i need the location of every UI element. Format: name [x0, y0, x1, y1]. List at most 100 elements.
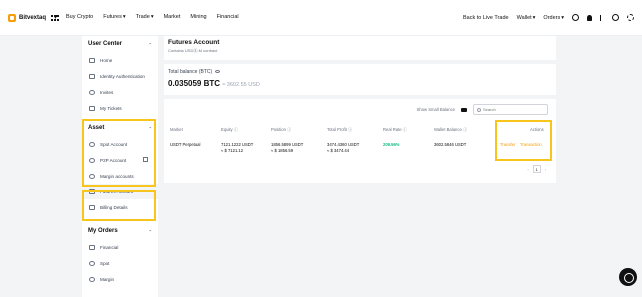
chevron-down-icon: ▾ [561, 14, 564, 21]
account-header-card: Futures Account Contains USDⓈ-M contract [164, 36, 556, 60]
sidebar-item-identity-authentication[interactable]: Identity Authentication [82, 68, 158, 84]
show-small-balance-label: Show Small Balance [416, 107, 455, 112]
sidebar-item-label: Billing Details [100, 204, 128, 210]
sidebar-item-label: Margin accounts [100, 173, 134, 179]
column-header-real-rate: Real Rate ⓘ [383, 127, 407, 132]
equity-usd: ≈ $ 7121.12 [221, 148, 244, 153]
sidebar-item-spot[interactable]: Spot [82, 255, 158, 271]
sidebar-item-billing-details[interactable]: Billing Details [82, 199, 158, 215]
balance-label-row: Total balance (BTC) [168, 69, 221, 75]
cell-wallet-balance: 3602.5846 USDT [434, 142, 467, 147]
external-link-icon[interactable] [143, 157, 148, 162]
nav-orders-label: Orders [543, 14, 561, 21]
p2p-icon [89, 157, 95, 163]
ticket-icon [89, 105, 95, 111]
cell-equity: 7121.1222 USDT ≈ $ 7121.12 [221, 142, 253, 153]
chevron-up-icon: ⌃ [148, 125, 152, 131]
sidebar: User Center ⌃ Home Identity Authenticati… [82, 36, 158, 297]
grid-icon [50, 14, 59, 21]
asset-header[interactable]: Asset ⌃ [82, 120, 158, 136]
futures-table-card: Show Small Balance Market Equity ⓘ Posit… [164, 99, 556, 183]
column-header-equity: Equity ⓘ [221, 127, 238, 132]
sidebar-item-p2p-account[interactable]: P2P Account [82, 152, 158, 168]
page-subtitle: Contains USDⓈ-M contract [168, 48, 218, 53]
sidebar-item-label: P2P Account [100, 157, 127, 163]
futures-icon [89, 189, 95, 194]
chevron-down-icon: ▾ [532, 14, 536, 21]
search-box[interactable] [473, 104, 548, 115]
page-title: Futures Account [168, 39, 220, 46]
column-header-market: Market [170, 127, 183, 132]
spot-order-icon [89, 260, 95, 266]
equity-value: 7121.1222 USDT [221, 142, 254, 147]
prev-page-icon[interactable]: ‹ [527, 167, 528, 172]
transaction-link[interactable]: Transaction [520, 142, 542, 147]
sidebar-item-margin-accounts[interactable]: Margin accounts [82, 168, 158, 184]
margin-order-icon [89, 276, 95, 282]
apps-menu[interactable]: ▾ [50, 14, 59, 21]
nav-mining[interactable]: Mining [190, 14, 206, 20]
chevron-down-icon: ▾ [150, 14, 154, 20]
cell-market: USDT Perpetual [170, 142, 200, 147]
chevron-up-icon: ⌃ [148, 41, 152, 47]
sidebar-item-label: My Tickets [100, 105, 122, 111]
transfer-link[interactable]: Transfer [500, 142, 515, 147]
logo-icon [8, 14, 16, 22]
search-input[interactable] [483, 107, 543, 112]
nav-futures[interactable]: Futures▾ [103, 14, 125, 20]
settings-icon[interactable] [627, 14, 634, 21]
column-header-wallet-balance: Wallet Balance ⓘ [434, 127, 468, 132]
balance-card: Total balance (BTC) 0.035059 BTC ≈ 3602.… [164, 64, 556, 95]
cell-position: 1856.5899 USDT ≈ $ 1856.59 [271, 142, 303, 153]
sidebar-item-my-tickets[interactable]: My Tickets [82, 100, 158, 116]
support-chat-icon[interactable] [619, 268, 637, 286]
my-orders-group: My Orders ⌃ Financial Spot Margin [82, 223, 158, 287]
sidebar-item-home[interactable]: Home [82, 52, 158, 68]
asset-title: Asset [88, 125, 105, 131]
asset-group: Asset ⌃ Spot Account P2P Account Margin … [82, 120, 158, 215]
sidebar-item-label: Home [100, 57, 113, 63]
balance-usd: ≈ 3602.55 USD [222, 82, 260, 88]
billing-icon [89, 204, 95, 210]
chevron-down-icon: ▾ [54, 14, 57, 20]
nav-trade[interactable]: Trade▾ [136, 14, 154, 20]
user-center-header[interactable]: User Center ⌃ [82, 36, 158, 52]
logo[interactable]: Bitvextaq [8, 14, 46, 22]
sidebar-item-label: Spot Account [100, 141, 128, 147]
sidebar-item-label: Futures Account [100, 189, 134, 194]
chevron-up-icon: ⌃ [148, 228, 152, 234]
sidebar-item-label: Financial [100, 244, 119, 250]
globe-icon[interactable] [612, 14, 619, 21]
user-icon[interactable] [572, 14, 579, 21]
sidebar-item-invites[interactable]: Invites [82, 84, 158, 100]
nav-market[interactable]: Market [164, 14, 181, 20]
sidebar-item-financial[interactable]: Financial [82, 239, 158, 255]
financial-icon [89, 244, 95, 250]
sidebar-item-futures-account[interactable]: Futures Account [82, 184, 158, 199]
nav-orders[interactable]: Orders▾ [543, 15, 564, 21]
total-profit-usd: ≈ $ 3474.44 [327, 148, 350, 153]
back-to-live-trade-link[interactable]: Back to Live Trade [463, 15, 509, 21]
my-orders-header[interactable]: My Orders ⌃ [82, 223, 158, 239]
market-name: USDT Perpetual [170, 142, 201, 147]
sidebar-item-label: Invites [100, 89, 114, 95]
column-header-total-profit: Total Profit ⓘ [327, 127, 353, 132]
nav-futures-label: Futures [103, 14, 122, 20]
nav-financial[interactable]: Financial [217, 14, 239, 20]
nav-wallet-label: Wallet [516, 14, 532, 21]
nav-buy-crypto[interactable]: Buy Crypto [66, 14, 93, 20]
sidebar-item-label: Identity Authentication [100, 73, 145, 79]
sidebar-item-spot-account[interactable]: Spot Account [82, 136, 158, 152]
next-page-icon[interactable]: › [545, 167, 546, 172]
sidebar-item-margin[interactable]: Margin [82, 271, 158, 287]
position-usd: ≈ $ 1856.59 [271, 148, 294, 153]
page-number-current[interactable]: 1 [532, 165, 541, 173]
cell-real-rate: 209.56% [383, 142, 400, 147]
download-icon[interactable] [600, 14, 604, 21]
show-small-balance-toggle[interactable] [461, 107, 467, 112]
eye-icon[interactable] [215, 70, 221, 74]
invites-icon [89, 89, 95, 95]
sidebar-item-label: Spot [100, 260, 110, 266]
bell-icon[interactable] [587, 14, 592, 21]
nav-wallet[interactable]: Wallet▾ [517, 15, 536, 21]
